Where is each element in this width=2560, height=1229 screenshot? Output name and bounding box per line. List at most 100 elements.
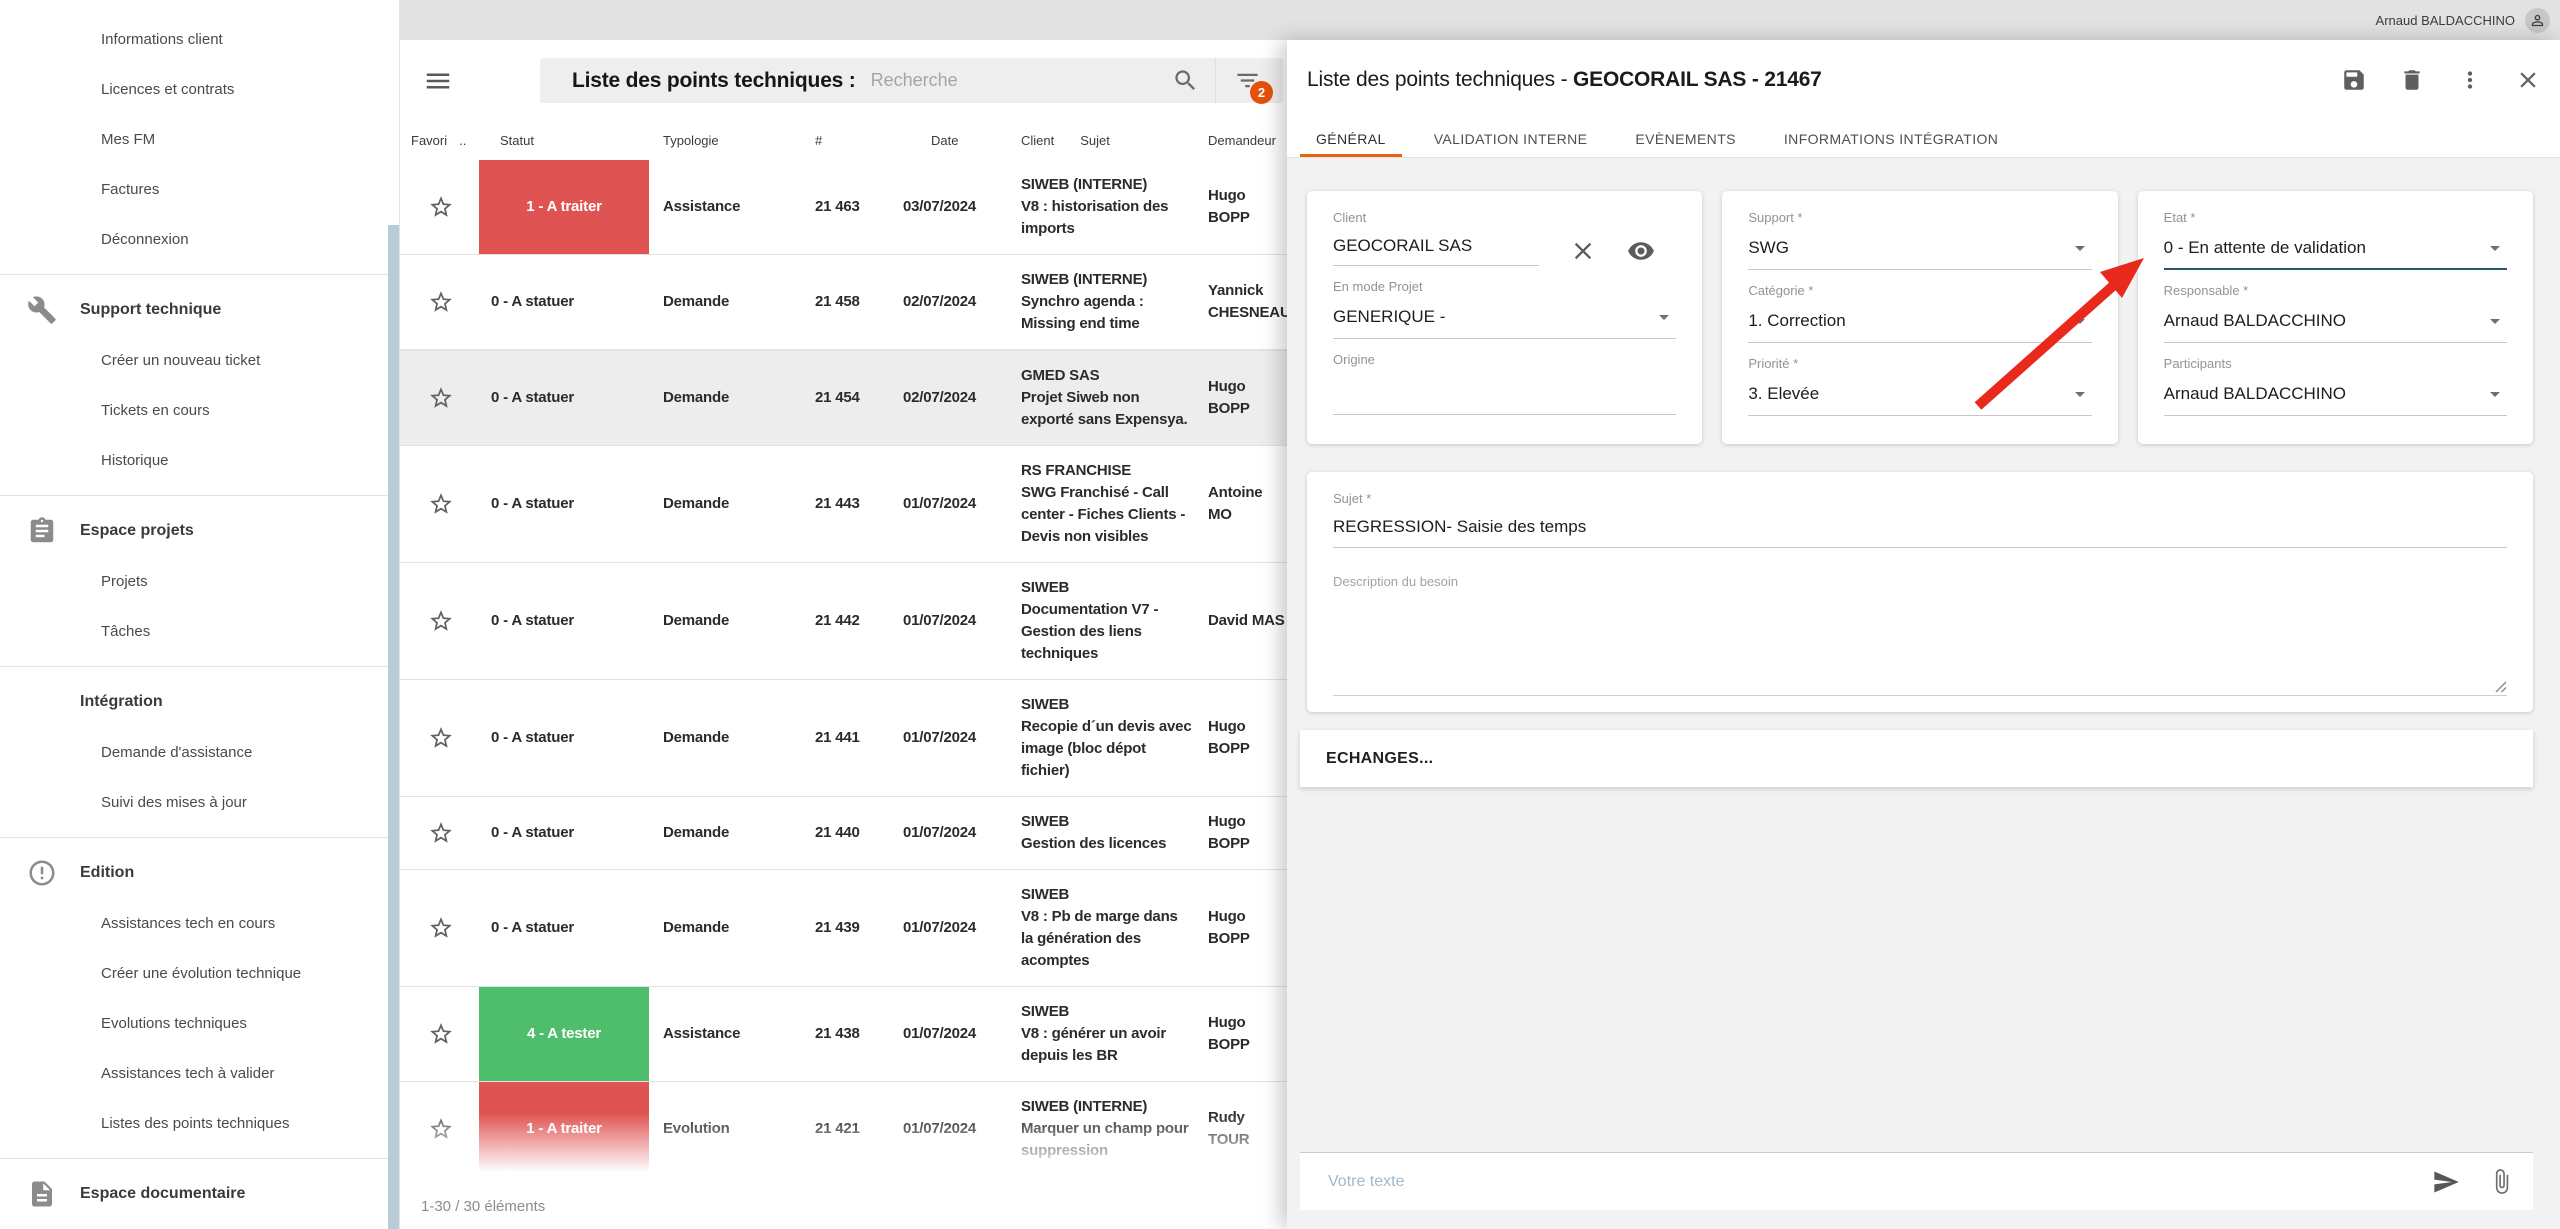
message-input[interactable] <box>1326 1172 2432 1192</box>
table-row[interactable]: 1 - A traiterEvolution21 42101/07/2024SI… <box>399 1082 1287 1177</box>
sidebar-section-integration[interactable]: Intégration <box>0 677 399 727</box>
sidebar-item-listes-des-points-techniques[interactable]: Listes des points techniques <box>0 1098 399 1148</box>
favori-star-icon[interactable] <box>428 194 454 220</box>
chevron-down-icon[interactable] <box>2068 382 2092 406</box>
cell-sujet-text: Recopie d´un devis avec image (bloc dépo… <box>1021 716 1193 782</box>
priorite-field-value[interactable]: 3. Elevée <box>1748 384 2067 404</box>
filter-badge: 2 <box>1250 81 1273 104</box>
sidebar-item-factures[interactable]: Factures <box>0 164 399 214</box>
column-header-number[interactable]: # <box>815 133 895 148</box>
cell-favori <box>411 711 471 765</box>
chevron-down-icon[interactable] <box>2068 309 2092 333</box>
sidebar-item-projets[interactable]: Projets <box>0 556 399 606</box>
chevron-down-icon[interactable] <box>2483 236 2507 260</box>
close-button[interactable] <box>2506 58 2550 102</box>
favori-star-icon[interactable] <box>428 491 454 517</box>
sidebar-item-mes-fm[interactable]: Mes FM <box>0 114 399 164</box>
client-field-label: Client <box>1333 210 1676 225</box>
cell-client-sujet: GMED SASProjet Siweb non exporté sans Ex… <box>1021 351 1193 445</box>
favori-star-icon[interactable] <box>428 820 454 846</box>
sidebar-item-suivi-des-mises-a-jour[interactable]: Suivi des mises à jour <box>0 777 399 827</box>
column-header-demandeur[interactable]: Demandeur <box>1201 133 1287 148</box>
search-input[interactable] <box>869 69 1172 92</box>
eye-icon[interactable] <box>1627 237 1655 265</box>
sidebar-item-demande-d-assistance[interactable]: Demande d'assistance <box>0 727 399 777</box>
column-header-statut[interactable]: Statut <box>479 133 649 148</box>
sidebar-item-evolutions-techniques[interactable]: Evolutions techniques <box>0 998 399 1048</box>
favori-star-icon[interactable] <box>428 725 454 751</box>
sidebar-scrollbar[interactable] <box>388 225 399 1229</box>
column-header-client[interactable]: Client <box>1021 133 1054 148</box>
etat-field-value[interactable]: 0 - En attente de validation <box>2164 238 2483 258</box>
column-header-sujet[interactable]: Sujet <box>1080 133 1110 148</box>
origine-field-value[interactable] <box>1333 385 1676 405</box>
menu-icon[interactable] <box>423 66 453 96</box>
user-avatar[interactable] <box>2525 8 2550 33</box>
sidebar-item-assistances-tech-a-valider[interactable]: Assistances tech à valider <box>0 1048 399 1098</box>
table-row[interactable]: 0 - A statuerDemande21 44001/07/2024SIWE… <box>399 797 1287 870</box>
table-row[interactable]: 0 - A statuerDemande21 44101/07/2024SIWE… <box>399 680 1287 797</box>
table-row[interactable]: 0 - A statuerDemande21 44201/07/2024SIWE… <box>399 563 1287 680</box>
sidebar-section-espace-projets[interactable]: Espace projets <box>0 506 399 556</box>
column-header-typologie[interactable]: Typologie <box>657 133 807 148</box>
support-field-label: Support * <box>1748 210 2091 225</box>
cell-number: 21 442 <box>815 596 895 646</box>
favori-star-icon[interactable] <box>428 385 454 411</box>
cell-demandeur: Antoine MO <box>1201 468 1287 540</box>
sidebar-item-licences-et-contrats[interactable]: Licences et contrats <box>0 64 399 114</box>
favori-star-icon[interactable] <box>428 915 454 941</box>
tab-informations-integration[interactable]: INFORMATIONS INTÉGRATION <box>1768 120 2014 157</box>
favori-star-icon[interactable] <box>428 1021 454 1047</box>
column-header-favori[interactable]: Favori <box>411 133 447 148</box>
sujet-field-label: Sujet * <box>1333 491 2507 506</box>
sidebar-item-informations-client[interactable]: Informations client <box>0 14 399 64</box>
sujet-field-value[interactable]: REGRESSION- Saisie des temps <box>1333 517 2507 548</box>
sidebar-item-creer-un-nouveau-ticket[interactable]: Créer un nouveau ticket <box>0 335 399 385</box>
sidebar-item-taches[interactable]: Tâches <box>0 606 399 656</box>
responsable-field-value[interactable]: Arnaud BALDACCHINO <box>2164 311 2483 331</box>
favori-star-icon[interactable] <box>428 289 454 315</box>
participants-field-value[interactable]: Arnaud BALDACCHINO <box>2164 384 2483 404</box>
chevron-down-icon[interactable] <box>1652 305 1676 329</box>
sidebar-section-edition[interactable]: Edition <box>0 848 399 898</box>
sidebar-item-tickets-en-cours[interactable]: Tickets en cours <box>0 385 399 435</box>
column-header-date[interactable]: Date <box>903 133 1013 148</box>
chevron-down-icon[interactable] <box>2483 309 2507 333</box>
chevron-down-icon[interactable] <box>2068 236 2092 260</box>
description-textarea[interactable] <box>1333 589 2507 681</box>
sidebar-item-creer-une-evolution-technique[interactable]: Créer une évolution technique <box>0 948 399 998</box>
table-row[interactable]: 0 - A statuerDemande21 43901/07/2024SIWE… <box>399 870 1287 987</box>
client-field-value[interactable]: GEOCORAIL SAS <box>1333 236 1539 266</box>
tab-general[interactable]: GÉNÉRAL <box>1300 120 1402 157</box>
favori-star-icon[interactable] <box>428 1116 454 1142</box>
table-row[interactable]: 0 - A statuerDemande21 44301/07/2024RS F… <box>399 446 1287 563</box>
table-row[interactable]: 0 - A statuerDemande21 45802/07/2024SIWE… <box>399 255 1287 350</box>
mode-projet-field-value[interactable]: GENERIQUE - <box>1333 307 1652 327</box>
chevron-down-icon[interactable] <box>2483 382 2507 406</box>
search-icon[interactable] <box>1172 67 1199 94</box>
sidebar-section-support-technique[interactable]: Support technique <box>0 285 399 335</box>
clear-icon[interactable] <box>1569 237 1597 265</box>
delete-button[interactable] <box>2390 58 2434 102</box>
echanges-section-header[interactable]: ECHANGES... <box>1300 730 2533 787</box>
categorie-field-value[interactable]: 1. Correction <box>1748 311 2067 331</box>
sidebar-item-historique[interactable]: Historique <box>0 435 399 485</box>
sidebar-divider <box>0 666 399 667</box>
attachment-icon[interactable] <box>2488 1168 2515 1195</box>
save-button[interactable] <box>2332 58 2376 102</box>
more-vert-button[interactable] <box>2448 58 2492 102</box>
support-field-value[interactable]: SWG <box>1748 238 2067 258</box>
filter-button[interactable]: 2 <box>1234 67 1261 94</box>
resize-handle-icon[interactable] <box>2495 681 2507 693</box>
sidebar-item-assistances-tech-en-cours[interactable]: Assistances tech en cours <box>0 898 399 948</box>
sidebar-section-espace-documentaire[interactable]: Espace documentaire <box>0 1169 399 1219</box>
sidebar-item-deconnexion[interactable]: Déconnexion <box>0 214 399 264</box>
favori-star-icon[interactable] <box>428 608 454 634</box>
tab-validation-interne[interactable]: VALIDATION INTERNE <box>1418 120 1604 157</box>
table-row[interactable]: 1 - A traiterAssistance21 46303/07/2024S… <box>399 160 1287 255</box>
table-row[interactable]: 4 - A testerAssistance21 43801/07/2024SI… <box>399 987 1287 1082</box>
column-header-more[interactable]: .. <box>459 133 466 148</box>
table-row[interactable]: 0 - A statuerDemande21 45402/07/2024GMED… <box>399 350 1287 446</box>
tab-evenements[interactable]: EVÈNEMENTS <box>1619 120 1751 157</box>
send-icon[interactable] <box>2432 1168 2460 1196</box>
